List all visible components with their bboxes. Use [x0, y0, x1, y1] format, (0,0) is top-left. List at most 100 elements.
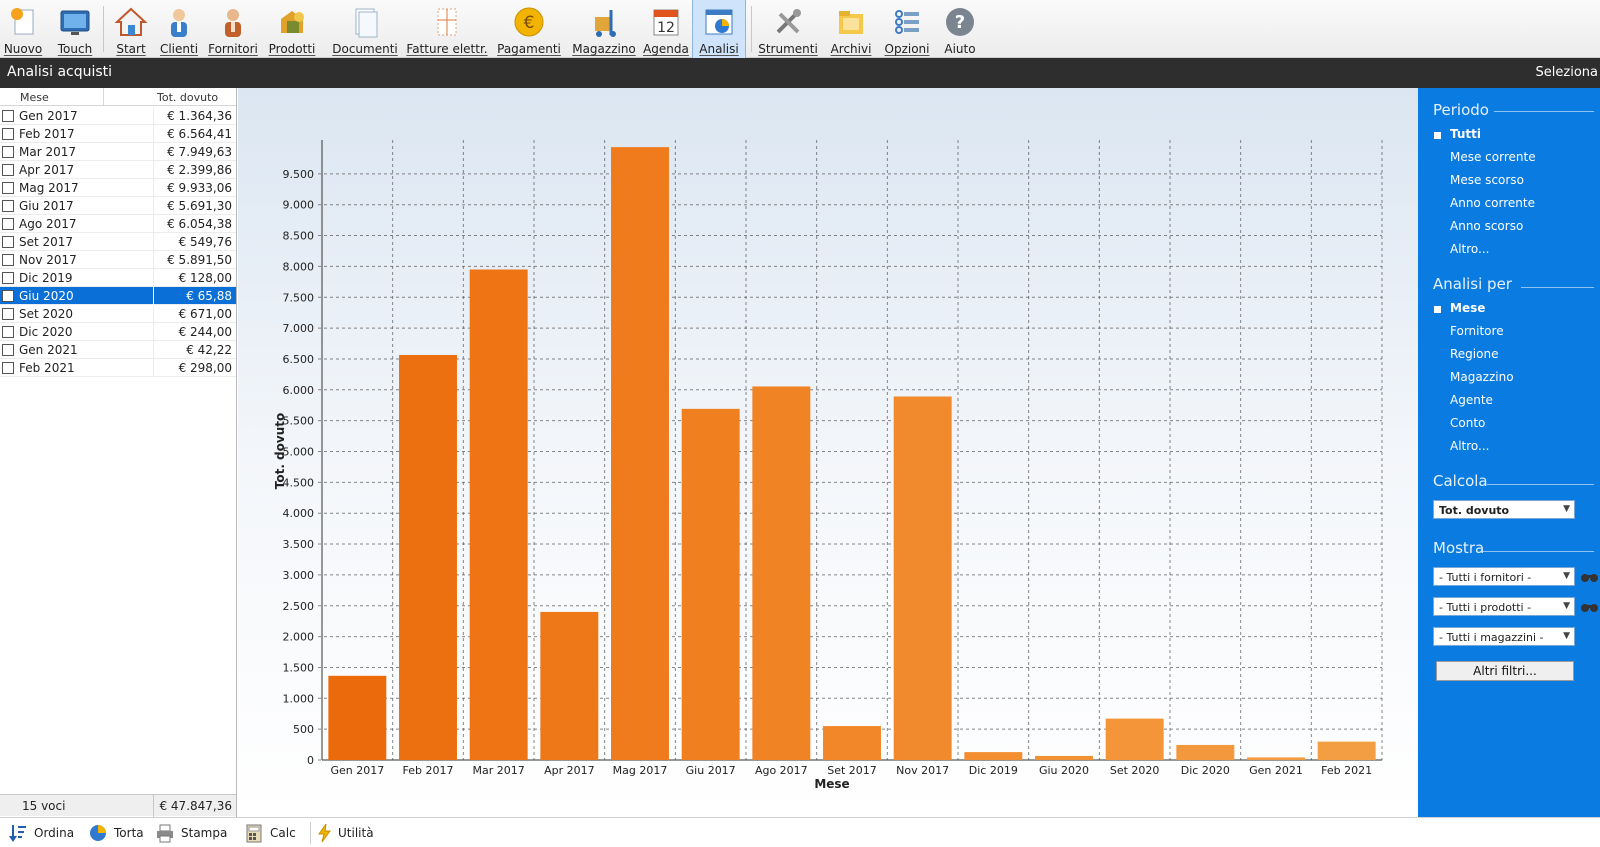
toolbar-warehouse-button[interactable]: Magazzino — [572, 0, 636, 58]
period-option[interactable]: Tutti — [1450, 127, 1481, 141]
column-header-month[interactable]: Mese — [20, 91, 49, 104]
chart-bar[interactable] — [469, 269, 528, 760]
table-row[interactable]: Dic 2020 € 244,00 — [0, 323, 236, 341]
period-option[interactable]: Mese scorso — [1450, 173, 1524, 187]
select-action[interactable]: Seleziona — [1536, 65, 1598, 80]
toolbar-help-button[interactable]: ? Aiuto — [938, 0, 982, 58]
row-checkbox[interactable] — [2, 164, 14, 176]
row-checkbox[interactable] — [2, 110, 14, 122]
table-row[interactable]: Feb 2021 € 298,00 — [0, 359, 236, 377]
analysis-option[interactable]: Fornitore — [1450, 324, 1504, 338]
toolbar-archives-button[interactable]: Archivi — [827, 0, 875, 58]
product-filter-select[interactable]: - Tutti i prodotti - ▼ — [1433, 597, 1575, 616]
chart-bar[interactable] — [328, 675, 387, 760]
toolbar-documents-button[interactable]: Documenti — [332, 0, 398, 58]
utility-button[interactable]: Utilità — [318, 822, 374, 844]
toolbar-touch-button[interactable]: Touch — [52, 0, 98, 58]
table-row[interactable]: Giu 2020 € 65,88 — [0, 287, 236, 305]
row-checkbox[interactable] — [2, 128, 14, 140]
period-option[interactable]: Anno scorso — [1450, 219, 1523, 233]
chart-bar[interactable] — [1176, 744, 1235, 760]
binoculars-icon[interactable] — [1581, 571, 1598, 583]
x-tick-label: Ago 2017 — [755, 764, 808, 777]
table-row[interactable]: Apr 2017 € 2.399,86 — [0, 161, 236, 179]
row-checkbox[interactable] — [2, 200, 14, 212]
chart-bar[interactable] — [540, 611, 599, 760]
x-tick-label: Gen 2017 — [330, 764, 384, 777]
supplier-filter-select[interactable]: - Tutti i fornitori - ▼ — [1433, 567, 1575, 586]
row-checkbox[interactable] — [2, 362, 14, 374]
table-row[interactable]: Gen 2017 € 1.364,36 — [0, 107, 236, 125]
toolbar-clients-button[interactable]: Clienti — [158, 0, 200, 58]
analysis-option[interactable]: Magazzino — [1450, 370, 1514, 384]
calc-button[interactable]: Calc — [244, 822, 296, 844]
chart-bar[interactable] — [1105, 718, 1164, 760]
table-row[interactable]: Mag 2017 € 9.933,06 — [0, 179, 236, 197]
toolbar-products-button[interactable]: Prodotti — [268, 0, 316, 58]
more-filters-button[interactable]: Altri filtri... — [1436, 661, 1574, 681]
period-option[interactable]: Anno corrente — [1450, 196, 1535, 210]
table-row[interactable]: Feb 2017 € 6.564,41 — [0, 125, 236, 143]
table-row[interactable]: Ago 2017 € 6.054,38 — [0, 215, 236, 233]
table-row[interactable]: Set 2017 € 549,76 — [0, 233, 236, 251]
column-header-total[interactable]: Tot. dovuto — [157, 91, 218, 104]
toolbar-start-button[interactable]: Start — [110, 0, 152, 58]
analysis-option[interactable]: Mese — [1450, 301, 1485, 315]
y-tick-label: 5.000 — [283, 446, 315, 459]
chart-bar[interactable] — [399, 354, 457, 760]
row-checkbox[interactable] — [2, 344, 14, 356]
chart-bar[interactable] — [681, 408, 740, 760]
toolbar-agenda-button[interactable]: 12 Agenda — [643, 0, 689, 58]
toolbar-analysis-button[interactable]: Analisi — [692, 0, 746, 58]
row-checkbox[interactable] — [2, 218, 14, 230]
bottom-separator — [310, 822, 311, 844]
y-tick-label: 3.500 — [283, 538, 315, 551]
row-checkbox[interactable] — [2, 146, 14, 158]
chart-bar[interactable] — [752, 386, 811, 760]
row-total: € 2.399,86 — [167, 163, 232, 177]
row-total: € 298,00 — [178, 361, 232, 375]
sort-button[interactable]: Ordina — [8, 822, 74, 844]
table-row[interactable]: Dic 2019 € 128,00 — [0, 269, 236, 287]
toolbar-options-button[interactable]: Opzioni — [883, 0, 931, 58]
analysis-option[interactable]: Altro... — [1450, 439, 1490, 453]
table-row[interactable]: Set 2020 € 671,00 — [0, 305, 236, 323]
analysis-option[interactable]: Regione — [1450, 347, 1498, 361]
pie-button[interactable]: Torta — [88, 822, 144, 844]
chevron-down-icon: ▼ — [1563, 631, 1570, 641]
period-option[interactable]: Altro... — [1450, 242, 1490, 256]
chart-bar[interactable] — [1317, 741, 1376, 760]
binoculars-icon[interactable] — [1581, 601, 1598, 613]
chart-bar[interactable] — [1247, 757, 1305, 760]
row-checkbox[interactable] — [2, 182, 14, 194]
toolbar-einvoice-button[interactable]: Fatture elettr. — [406, 0, 488, 58]
chart-bar[interactable] — [611, 147, 669, 761]
table-row[interactable]: Gen 2021 € 42,22 — [0, 341, 236, 359]
table-row[interactable]: Nov 2017 € 5.891,50 — [0, 251, 236, 269]
chart-bar[interactable] — [1035, 755, 1093, 760]
analysis-option[interactable]: Agente — [1450, 393, 1493, 407]
toolbar-tools-button[interactable]: Strumenti — [758, 0, 818, 58]
toolbar-suppliers-button[interactable]: Fornitori — [208, 0, 258, 58]
chart-bar[interactable] — [964, 752, 1023, 760]
table-row[interactable]: Mar 2017 € 7.949,63 — [0, 143, 236, 161]
calc-select[interactable]: Tot. dovuto ▼ — [1433, 500, 1575, 519]
warehouse-icon — [587, 5, 621, 39]
row-checkbox[interactable] — [2, 326, 14, 338]
toolbar-new-button[interactable]: Nuovo — [2, 0, 44, 58]
row-checkbox[interactable] — [2, 272, 14, 284]
print-button[interactable]: Stampa — [155, 822, 227, 844]
toolbar-separator — [751, 6, 752, 52]
section-divider — [1494, 111, 1594, 112]
row-checkbox[interactable] — [2, 236, 14, 248]
period-option[interactable]: Mese corrente — [1450, 150, 1536, 164]
row-checkbox[interactable] — [2, 290, 14, 302]
warehouse-filter-select[interactable]: - Tutti i magazzini - ▼ — [1433, 627, 1575, 646]
analysis-option[interactable]: Conto — [1450, 416, 1485, 430]
chart-bar[interactable] — [893, 396, 952, 760]
toolbar-payments-button[interactable]: € Pagamenti — [497, 0, 561, 58]
table-row[interactable]: Giu 2017 € 5.691,30 — [0, 197, 236, 215]
row-checkbox[interactable] — [2, 254, 14, 266]
chart-bar[interactable] — [823, 726, 881, 760]
row-checkbox[interactable] — [2, 308, 14, 320]
